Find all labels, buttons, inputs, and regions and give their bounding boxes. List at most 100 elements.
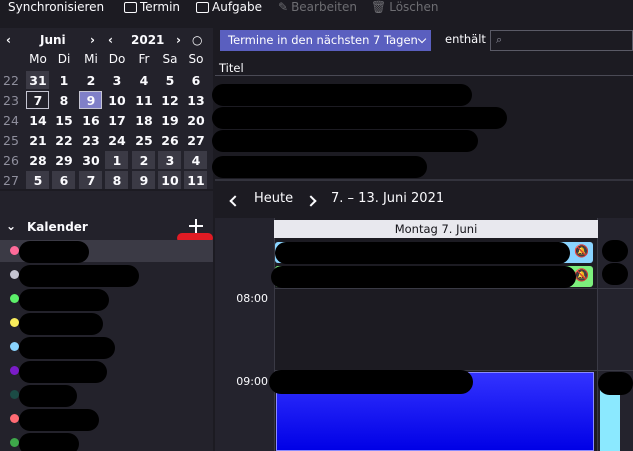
- add-calendar-icon[interactable]: [189, 219, 203, 233]
- calendar-item[interactable]: [0, 240, 213, 263]
- redaction: [269, 370, 473, 394]
- day-cell[interactable]: 27: [183, 133, 209, 148]
- event-block[interactable]: [600, 386, 620, 451]
- week-navigation: Heute 7. – 13. Juni 2021: [215, 185, 633, 213]
- today-button[interactable]: Heute: [254, 191, 293, 206]
- day-cell[interactable]: 30: [78, 153, 104, 168]
- prev-month-button[interactable]: ‹: [6, 33, 11, 47]
- bell-off-icon: 🔕: [574, 268, 589, 282]
- weekday-label: Mo: [29, 52, 47, 66]
- week-row: 26 28 29 30 1 2 3 4: [0, 151, 213, 170]
- day-cell[interactable]: 3: [157, 153, 183, 168]
- day-cell[interactable]: 5: [25, 173, 51, 188]
- day-cell[interactable]: 7: [25, 93, 51, 108]
- calendar-color-dot: [10, 390, 19, 399]
- week-number: 24: [3, 113, 19, 128]
- new-event-button[interactable]: Termin: [124, 0, 180, 14]
- day-cell[interactable]: 17: [104, 113, 130, 128]
- day-cell[interactable]: 11: [131, 93, 157, 108]
- next-year-button[interactable]: ›: [176, 33, 181, 47]
- day-cell[interactable]: 16: [78, 113, 104, 128]
- time-label: 08:00: [236, 292, 268, 305]
- contains-label: enthält: [445, 32, 486, 46]
- time-label: 09:00: [236, 375, 268, 388]
- day-cell[interactable]: 7: [78, 173, 104, 188]
- redaction: [19, 241, 89, 263]
- column-header-title[interactable]: Titel: [215, 58, 633, 76]
- day-cell[interactable]: 22: [51, 133, 77, 148]
- next-month-button[interactable]: ›: [90, 33, 95, 47]
- delete-button[interactable]: 🗑 Löschen: [371, 0, 439, 14]
- calendar-color-dot: [10, 318, 19, 327]
- day-cell[interactable]: 24: [104, 133, 130, 148]
- calendar-item[interactable]: [0, 384, 213, 407]
- sync-label: Synchronisieren: [8, 0, 105, 14]
- day-cell[interactable]: 15: [51, 113, 77, 128]
- list-item[interactable]: [212, 84, 472, 106]
- event-list: [212, 77, 633, 181]
- calendar-item[interactable]: [0, 264, 213, 287]
- day-cell[interactable]: 18: [131, 113, 157, 128]
- hour-line: [274, 288, 633, 289]
- calendar-item[interactable]: [0, 432, 213, 451]
- week-row: 27 5 6 7 8 9 10 11: [0, 171, 213, 190]
- day-cell[interactable]: 6: [183, 73, 209, 88]
- edit-button[interactable]: ✎ Bearbeiten: [278, 0, 357, 14]
- week-range: 7. – 13. Juni 2021: [331, 191, 445, 206]
- day-cell[interactable]: 29: [51, 153, 77, 168]
- day-cell[interactable]: 8: [51, 93, 77, 108]
- calendar-item[interactable]: [0, 288, 213, 311]
- filter-select[interactable]: Termine in den nächsten 7 Tagen: [220, 30, 431, 51]
- week-row: 25 21 22 23 24 25 26 27: [0, 131, 213, 150]
- calendar-item[interactable]: [0, 408, 213, 431]
- day-cell[interactable]: 31: [25, 73, 51, 88]
- day-cell[interactable]: 8: [104, 173, 130, 188]
- calendar-item[interactable]: [0, 360, 213, 383]
- day-cell[interactable]: 25: [131, 133, 157, 148]
- day-cell[interactable]: 10: [104, 93, 130, 108]
- day-cell[interactable]: 9: [78, 93, 104, 108]
- calendar-item[interactable]: [0, 312, 213, 335]
- day-cell[interactable]: 11: [183, 173, 209, 188]
- month-label: Juni: [40, 33, 66, 47]
- new-task-button[interactable]: Aufgabe: [196, 0, 262, 14]
- day-cell[interactable]: 13: [183, 93, 209, 108]
- day-cell[interactable]: 23: [78, 133, 104, 148]
- list-item[interactable]: [212, 107, 507, 129]
- day-cell[interactable]: 3: [104, 73, 130, 88]
- search-icon: ⌕: [496, 33, 503, 46]
- task-add-icon: [196, 1, 209, 13]
- redaction: [19, 385, 77, 407]
- sync-button[interactable]: Synchronisieren: [8, 0, 104, 14]
- day-cell[interactable]: 2: [78, 73, 104, 88]
- day-cell[interactable]: 2: [131, 153, 157, 168]
- day-cell[interactable]: 19: [157, 113, 183, 128]
- week-number: 23: [3, 93, 19, 108]
- redaction: [602, 240, 628, 262]
- calendar-item[interactable]: [0, 336, 213, 359]
- day-cell[interactable]: 14: [25, 113, 51, 128]
- day-cell[interactable]: 28: [25, 153, 51, 168]
- day-cell[interactable]: 4: [131, 73, 157, 88]
- day-cell[interactable]: 21: [25, 133, 51, 148]
- day-cell[interactable]: 6: [51, 173, 77, 188]
- list-item[interactable]: [212, 156, 427, 178]
- prev-year-button[interactable]: ‹: [108, 33, 113, 47]
- chevron-down-icon[interactable]: ⌄: [6, 219, 16, 233]
- week-number: 26: [3, 153, 19, 168]
- list-item[interactable]: [212, 130, 478, 152]
- day-cell[interactable]: 1: [104, 153, 130, 168]
- today-circle-icon[interactable]: ○: [192, 33, 202, 47]
- day-cell[interactable]: 4: [183, 153, 209, 168]
- day-cell[interactable]: 10: [157, 173, 183, 188]
- day-cell[interactable]: 5: [157, 73, 183, 88]
- day-cell[interactable]: 26: [157, 133, 183, 148]
- week-row: 23 7 8 9 10 11 12 13: [0, 91, 213, 110]
- day-cell[interactable]: 20: [183, 113, 209, 128]
- day-cell[interactable]: 9: [131, 173, 157, 188]
- search-input[interactable]: ⌕: [490, 30, 633, 51]
- day-header[interactable]: Montag 7. Juni: [274, 220, 598, 238]
- day-cell[interactable]: 12: [157, 93, 183, 108]
- day-cell[interactable]: 1: [51, 73, 77, 88]
- redaction: [271, 266, 576, 288]
